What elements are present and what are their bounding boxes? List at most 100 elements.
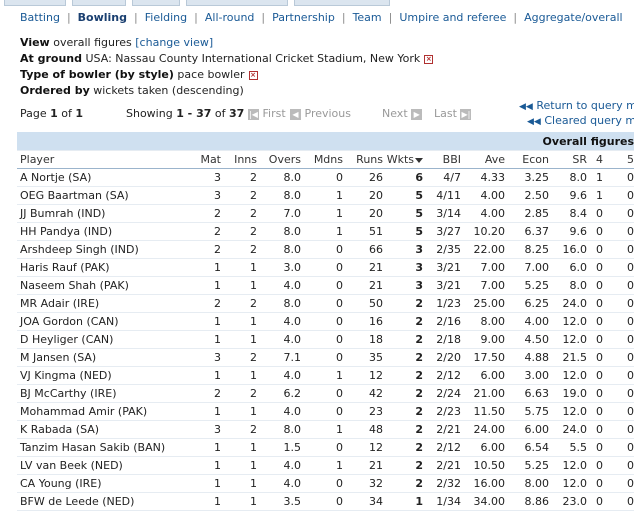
- stat-cell-inns: 2: [221, 240, 257, 259]
- column-header-sr[interactable]: SR: [549, 150, 587, 169]
- player-name-cell: MR Adair (IRE): [17, 294, 195, 313]
- nav-tab-all-round[interactable]: All-round: [205, 11, 255, 24]
- showing-total: 37: [229, 107, 245, 120]
- change-view-link[interactable]: [change view]: [135, 36, 213, 49]
- player-name-cell: CA Young (IRE): [17, 474, 195, 493]
- stat-cell-sr: 24.0: [549, 420, 587, 439]
- stat-cell-overs: 8.0: [257, 168, 301, 187]
- stat-cell-overs: 3.0: [257, 258, 301, 277]
- showing-indicator: Showing 1 - 37 of 37: [126, 107, 244, 120]
- stat-cell-bbi: 1/34: [423, 492, 461, 511]
- stat-cell-econ: 3.00: [505, 366, 549, 385]
- stat-cell-overs: 4.0: [257, 312, 301, 331]
- column-header-ave[interactable]: Ave: [461, 150, 505, 169]
- stat-cell-ave: 7.00: [461, 258, 505, 277]
- stat-cell-5: 0: [603, 186, 634, 205]
- return-icon: ◀◀: [519, 102, 533, 112]
- next-page-button[interactable]: Next ▶: [382, 107, 423, 120]
- player-name-cell: Naseem Shah (PAK): [17, 276, 195, 295]
- nav-tab-umpire-and-referee[interactable]: Umpire and referee: [399, 11, 506, 24]
- table-row: Haris Rauf (PAK) 1 1 3.0 0 21 3 3/21 7.00 7.00 6.0…: [17, 258, 634, 277]
- previous-icon: ◀: [290, 108, 301, 120]
- stat-cell-overs: 8.0: [257, 294, 301, 313]
- stat-cell-inns: 2: [221, 168, 257, 187]
- nav-tab-fielding[interactable]: Fielding: [145, 11, 187, 24]
- stat-cell-econ: 8.86: [505, 492, 549, 511]
- column-header-4[interactable]: 4: [587, 150, 603, 169]
- stat-cell-mdns: 1: [301, 456, 343, 475]
- showing-prefix: Showing: [126, 107, 173, 120]
- previous-page-button[interactable]: ◀ Previous: [290, 107, 351, 120]
- table-row: A Nortje (SA) 3 2 8.0 0 26 6 4/7 4.33 3.25 8.0 1 0: [17, 168, 634, 187]
- stat-cell-runs: 20: [343, 204, 383, 223]
- stat-cell-inns: 1: [221, 276, 257, 295]
- stat-cell-sr: 16.0: [549, 240, 587, 259]
- view-value: overall figures: [53, 36, 132, 49]
- nav-tab-team[interactable]: Team: [353, 11, 382, 24]
- column-header-mdns[interactable]: Mdns: [301, 150, 343, 169]
- cleared-query-menu-link[interactable]: Cleared query menu: [544, 114, 634, 127]
- nav-tab-partnership[interactable]: Partnership: [272, 11, 335, 24]
- column-header-econ[interactable]: Econ: [505, 150, 549, 169]
- stat-cell-wkts: 3: [383, 240, 423, 259]
- nav-separator: |: [134, 11, 138, 24]
- table-row: OEG Baartman (SA) 3 2 8.0 1 20 5 4/11 4.00 2.50 9.…: [17, 186, 634, 205]
- stat-cell-runs: 42: [343, 384, 383, 403]
- showing-of: of: [214, 107, 226, 120]
- remove-style-filter-icon[interactable]: ×: [248, 70, 258, 80]
- stat-cell-ave: 9.00: [461, 330, 505, 349]
- query-menu-links: ◀◀ Return to query menu ◀◀ Cleared query…: [519, 99, 634, 129]
- stat-cell-mdns: 0: [301, 330, 343, 349]
- ground-label: At ground: [20, 52, 82, 65]
- column-header-mat[interactable]: Mat: [195, 150, 221, 169]
- last-page-button[interactable]: Last ▶|: [434, 107, 472, 120]
- player-name-cell: M Jansen (SA): [17, 348, 195, 367]
- column-header-runs[interactable]: Runs: [343, 150, 383, 169]
- stat-cell-ave: 7.00: [461, 276, 505, 295]
- column-header-overs[interactable]: Overs: [257, 150, 301, 169]
- column-header-bbi[interactable]: BBI: [423, 150, 461, 169]
- stat-cell-bbi: 4/11: [423, 186, 461, 205]
- stat-cell-inns: 1: [221, 366, 257, 385]
- nav-tab-bowling[interactable]: Bowling: [78, 11, 127, 24]
- stat-cell-mdns: 0: [301, 438, 343, 457]
- stat-cell-runs: 18: [343, 330, 383, 349]
- stat-cell-bbi: 3/21: [423, 276, 461, 295]
- table-row: BFW de Leede (NED) 1 1 3.5 0 34 1 1/34 34.00 8.86…: [17, 492, 634, 511]
- stat-cell-sr: 8.0: [549, 168, 587, 187]
- column-header-player[interactable]: Player: [17, 150, 195, 169]
- nav-tab-aggregate-overall[interactable]: Aggregate/overall: [524, 11, 622, 24]
- stat-cell-runs: 21: [343, 258, 383, 277]
- stat-cell-sr: 8.0: [549, 276, 587, 295]
- stat-cell-mdns: 0: [301, 240, 343, 259]
- stat-cell-econ: 8.00: [505, 474, 549, 493]
- stat-cell-runs: 35: [343, 348, 383, 367]
- column-header-label: Mat: [200, 153, 221, 166]
- stat-cell-sr: 12.0: [549, 312, 587, 331]
- stat-cell-overs: 8.0: [257, 222, 301, 241]
- stat-cell-ave: 17.50: [461, 348, 505, 367]
- stat-cell-econ: 5.25: [505, 456, 549, 475]
- stat-cell-ave: 6.00: [461, 438, 505, 457]
- stat-cell-bbi: 2/20: [423, 348, 461, 367]
- stat-cell-overs: 7.1: [257, 348, 301, 367]
- stat-cell-wkts: 2: [383, 438, 423, 457]
- first-page-button[interactable]: |◀ First: [248, 107, 286, 120]
- column-header-inns[interactable]: Inns: [221, 150, 257, 169]
- stat-cell-mat: 2: [195, 204, 221, 223]
- sort-descending-icon: [415, 157, 423, 163]
- last-icon: ▶|: [460, 108, 472, 120]
- column-header-wkts[interactable]: Wkts: [383, 150, 423, 169]
- stat-cell-5: 0: [603, 402, 634, 421]
- stat-cell-econ: 8.25: [505, 240, 549, 259]
- stat-cell-sr: 23.0: [549, 492, 587, 511]
- stat-cell-mat: 1: [195, 456, 221, 475]
- return-to-query-menu-link[interactable]: Return to query menu: [536, 99, 634, 112]
- column-header-5[interactable]: 5: [603, 150, 634, 169]
- stat-cell-4: 0: [587, 438, 603, 457]
- remove-ground-filter-icon[interactable]: ×: [424, 54, 434, 64]
- stat-cell-econ: 6.54: [505, 438, 549, 457]
- nav-tab-batting[interactable]: Batting: [20, 11, 60, 24]
- style-label: Type of bowler (by style): [20, 68, 174, 81]
- stat-cell-econ: 4.88: [505, 348, 549, 367]
